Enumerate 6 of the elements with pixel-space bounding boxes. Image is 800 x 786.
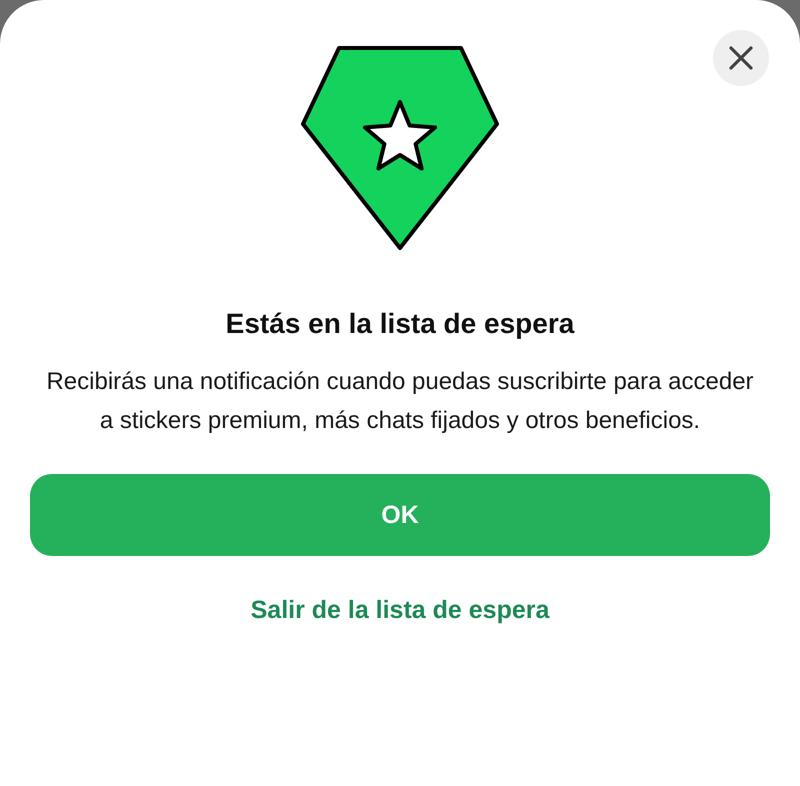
leave-waitlist-link[interactable]: Salir de la lista de espera bbox=[250, 596, 550, 625]
title: Estás en la lista de espera bbox=[226, 308, 574, 340]
gem-star-icon bbox=[299, 44, 501, 252]
close-icon bbox=[728, 45, 754, 71]
message-text: Recibirás una notificación cuando puedas suscribirte para acceder a stickers premium, más chats fijados y otros beneficios. bbox=[45, 367, 755, 436]
ok-button[interactable]: OK bbox=[30, 474, 770, 556]
